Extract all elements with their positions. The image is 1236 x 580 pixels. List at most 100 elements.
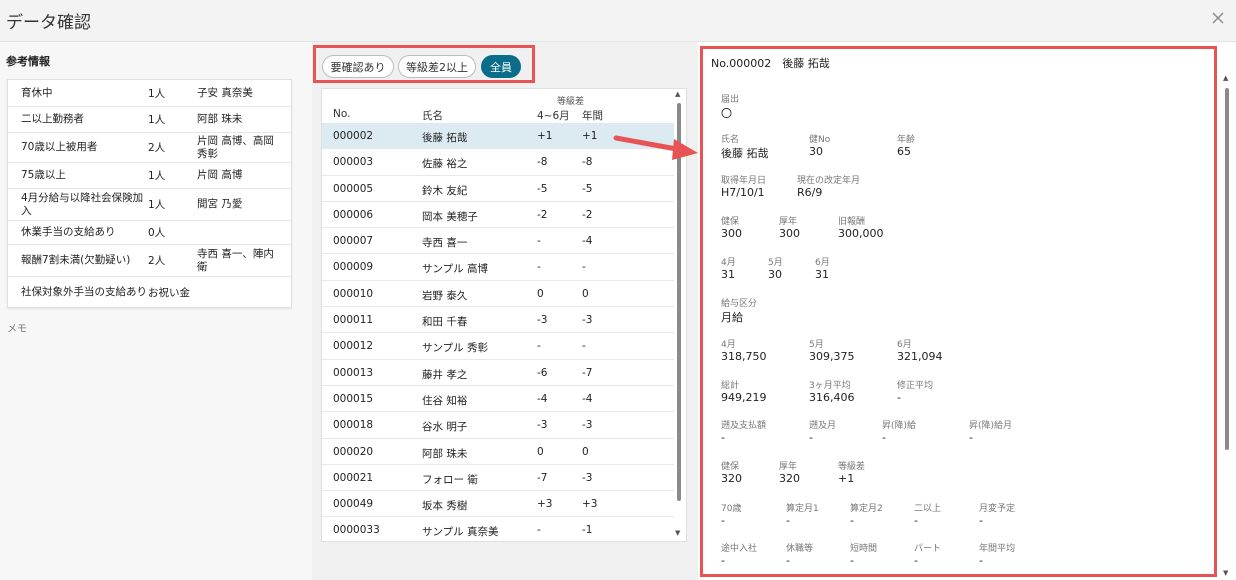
mid-join-value: - <box>721 554 725 567</box>
table-row[interactable]: 000005 鈴木 友紀 -5 -5 <box>322 176 674 202</box>
reference-count: 2人 <box>148 142 166 154</box>
window-title: データ確認 <box>6 13 91 33</box>
filter-all-button[interactable]: 全員 <box>481 55 521 78</box>
reference-count: 2人 <box>148 255 166 267</box>
table-row[interactable]: 000009 サンプル 高博 - - <box>322 254 674 281</box>
name-header[interactable]: 氏名 <box>422 108 443 123</box>
row-annual: - <box>582 340 586 353</box>
row-name: 寺西 喜一 <box>422 237 468 250</box>
filter-grade-diff-button[interactable]: 等級差2以上 <box>398 55 476 78</box>
table-row[interactable]: 000015 住谷 知裕 -4 -4 <box>322 386 674 413</box>
scroll-down-icon[interactable]: ▼ <box>675 529 680 537</box>
days-jun-label: 6月 <box>815 258 830 268</box>
row-annual: +3 <box>582 498 598 511</box>
detail-scroll-thumb[interactable] <box>1225 88 1229 450</box>
reference-names: 子安 真奈美 <box>197 86 253 99</box>
row-name: 住谷 知裕 <box>422 394 468 407</box>
row-no: 000009 <box>333 261 374 274</box>
row-apr-jun: -7 <box>537 471 548 484</box>
title-bar: データ確認 <box>0 0 1236 42</box>
short-time-value: - <box>850 554 854 567</box>
reference-label: 二以上勤務者 <box>21 113 84 125</box>
reference-label: 社保対象外手当の支給あり <box>21 285 147 298</box>
table-row[interactable]: 0000033 サンプル 真奈美 - -1 <box>322 517 674 541</box>
row-annual: -1 <box>582 524 593 537</box>
row-name: 岩野 泰久 <box>422 289 468 302</box>
avg3-value: 316,406 <box>809 391 855 404</box>
scroll-up-icon[interactable]: ▲ <box>1223 74 1228 82</box>
new-kounen-label: 厚年 <box>779 462 798 472</box>
kenno-value: 30 <box>809 145 823 158</box>
list-rows: 000002 後藤 拓哉 +1 +1 000003 佐藤 裕之 -8 -8 000005 鈴木… <box>322 123 674 541</box>
row-annual: 0 <box>582 445 589 458</box>
leave-value: - <box>786 554 790 567</box>
reference-heading: 参考情報 <box>6 55 50 68</box>
multi-label: 二以上 <box>914 504 942 514</box>
row-apr-jun: -3 <box>537 314 548 327</box>
raise-label: 昇(降)給 <box>882 421 917 431</box>
no-header[interactable]: No. <box>333 108 350 120</box>
reference-row: 報酬7割未満(欠勤疑い) 2人 寺西 喜一、陣内 衛 <box>8 245 291 277</box>
reference-label: 75歳以上 <box>21 169 66 181</box>
total-value: 949,219 <box>721 391 767 404</box>
total-label: 総計 <box>721 381 740 391</box>
row-no: 000005 <box>333 182 374 195</box>
table-row[interactable]: 000018 谷水 明子 -3 -3 <box>322 412 674 439</box>
kenpo-value: 300 <box>721 227 742 240</box>
row-no: 000020 <box>333 445 374 458</box>
filter-needs-check-button[interactable]: 要確認あり <box>322 55 394 78</box>
row-no: 000002 <box>333 130 374 142</box>
table-row[interactable]: 000020 阿部 珠未 0 0 <box>322 439 674 465</box>
old-pay-value: 300,000 <box>838 227 884 240</box>
annual-header[interactable]: 年間 <box>582 108 603 123</box>
row-no: 000003 <box>333 156 374 169</box>
part-label: パート <box>914 544 942 554</box>
table-row[interactable]: 000012 サンプル 秀彰 - - <box>322 333 674 360</box>
scroll-up-icon[interactable]: ▲ <box>675 90 680 98</box>
row-annual: -7 <box>582 366 593 379</box>
row-name: 佐藤 裕之 <box>422 158 468 171</box>
age-label: 年齢 <box>897 135 916 145</box>
reference-count: 0人 <box>148 227 166 239</box>
acquisition-date-value: H7/10/1 <box>721 186 765 199</box>
detail-scrollbar[interactable]: ▲ ▼ <box>1222 72 1232 580</box>
reference-names: 間宮 乃愛 <box>197 198 243 210</box>
row-no: 000011 <box>333 314 374 327</box>
pointer-arrow-icon <box>613 135 698 160</box>
scroll-down-icon[interactable]: ▼ <box>1223 569 1228 577</box>
reference-label: 4月分給与以降社会保険加入 <box>21 191 144 217</box>
table-row[interactable]: 000049 坂本 秀樹 +3 +3 <box>322 491 674 518</box>
multi-value: - <box>914 514 918 527</box>
row-apr-jun: - <box>537 261 541 274</box>
row-name: サンプル 高博 <box>422 263 489 276</box>
row-no: 000012 <box>333 340 374 353</box>
row-annual: - <box>582 261 586 274</box>
table-row[interactable]: 000010 岩野 泰久 0 0 <box>322 281 674 308</box>
new-kounen-value: 320 <box>779 472 800 485</box>
mid-join-label: 途中入社 <box>721 544 758 554</box>
reference-names <box>197 230 291 236</box>
table-row[interactable]: 000006 岡本 美穂子 -2 -2 <box>322 202 674 229</box>
table-row[interactable]: 000013 藤井 孝之 -6 -7 <box>322 360 674 386</box>
kenno-label: 健No <box>809 135 831 145</box>
kounen-label: 厚年 <box>779 217 798 227</box>
row-apr-jun: -6 <box>537 366 548 379</box>
table-row[interactable]: 000011 和田 千春 -3 -3 <box>322 307 674 334</box>
retro-amount-value: - <box>721 431 725 444</box>
reference-label: 70歳以上被用者 <box>21 141 98 153</box>
pay-may-label: 5月 <box>809 340 824 350</box>
new-kenpo-value: 320 <box>721 472 742 485</box>
list-scroll-thumb[interactable] <box>677 103 681 501</box>
retro-month-value: - <box>809 431 813 444</box>
apr-jun-header[interactable]: 4~6月 <box>537 108 570 123</box>
table-row[interactable]: 000007 寺西 喜一 - -4 <box>322 228 674 255</box>
grade-diff-group-header: 等級差 <box>557 97 585 107</box>
filter-highlight: 要確認あり 等級差2以上 全員 <box>313 45 535 83</box>
row-annual: +1 <box>582 130 598 142</box>
grade-diff-label: 等級差 <box>838 462 866 472</box>
table-row[interactable]: 000021 フォロー 衛 -7 -3 <box>322 465 674 492</box>
calc-month2-value: - <box>850 514 854 527</box>
row-name: 岡本 美穂子 <box>422 210 478 223</box>
reference-row: 育休中 1人 子安 真奈美 <box>8 80 291 107</box>
close-icon[interactable] <box>1210 10 1226 26</box>
